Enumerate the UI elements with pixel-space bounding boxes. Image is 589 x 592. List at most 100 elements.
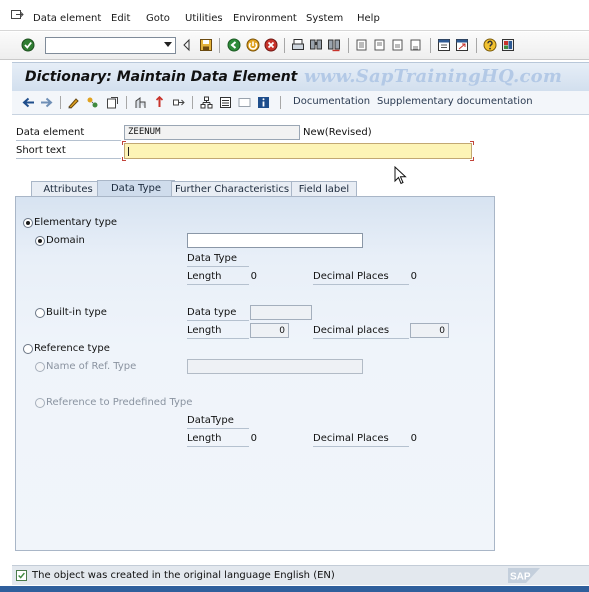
save-icon[interactable] xyxy=(199,38,213,52)
elementary-type-label: Elementary type xyxy=(34,217,118,228)
find-next-icon[interactable] xyxy=(327,38,341,52)
label-underline xyxy=(313,284,409,285)
builtin-length-value: 0 xyxy=(279,326,285,336)
menu-utilities[interactable]: Utilities xyxy=(185,13,223,24)
collapse-triangle-icon[interactable] xyxy=(180,38,194,52)
ref-length-value: 0 xyxy=(250,433,257,444)
menu-help[interactable]: Help xyxy=(357,13,380,24)
domain-data-type-label: Data Type xyxy=(187,253,238,264)
print-icon[interactable] xyxy=(291,38,305,52)
tab-attributes[interactable]: Attributes xyxy=(31,181,105,197)
where-used-icon[interactable] xyxy=(153,96,166,109)
builtin-decimal-places-label: Decimal places xyxy=(313,325,390,336)
enter-checkmark-icon[interactable] xyxy=(21,38,35,52)
required-corner-marker xyxy=(470,157,474,161)
success-check-icon xyxy=(16,570,27,581)
sap-logo-text: SAP xyxy=(510,572,531,583)
forward-arrow-icon[interactable] xyxy=(40,96,53,109)
window-menu-icon[interactable] xyxy=(11,10,24,21)
tab-further-characteristics-label: Further Characteristics xyxy=(174,184,290,195)
command-dropdown-arrow-icon[interactable] xyxy=(164,42,172,47)
data-element-value: ZEENUM xyxy=(128,127,161,137)
hierarchy-icon[interactable] xyxy=(200,96,213,109)
toolbar-separator xyxy=(430,38,431,53)
documentation-button[interactable]: Documentation xyxy=(293,96,370,107)
reference-type-label: Reference type xyxy=(34,343,110,354)
shortcut-icon[interactable] xyxy=(455,38,469,52)
label-underline xyxy=(187,320,249,321)
menu-environment[interactable]: Environment xyxy=(233,13,297,24)
tab-field-label[interactable]: Field label xyxy=(291,181,357,197)
menu-goto[interactable]: Goto xyxy=(146,13,170,24)
watermark: www.SapTrainingHQ.com xyxy=(304,66,563,87)
builtin-length-label: Length xyxy=(187,325,222,336)
label-underline xyxy=(187,284,249,285)
elementary-type-radio[interactable] xyxy=(23,218,33,228)
toolbar-separator xyxy=(348,38,349,53)
next-page-icon[interactable] xyxy=(391,38,405,52)
label-underline xyxy=(16,140,121,141)
ref-type-name-input xyxy=(187,359,363,374)
label-underline xyxy=(16,158,121,159)
last-page-icon[interactable] xyxy=(409,38,423,52)
builtin-type-radio[interactable] xyxy=(35,308,45,318)
label-underline xyxy=(313,446,409,447)
reference-type-radio[interactable] xyxy=(23,344,33,354)
domain-radio[interactable] xyxy=(35,236,45,246)
status-message[interactable]: The object was created in the original l… xyxy=(32,570,335,581)
exit-icon[interactable] xyxy=(246,38,260,52)
label-underline xyxy=(187,446,249,447)
builtin-data-type-input xyxy=(250,305,312,320)
label-underline xyxy=(313,338,409,339)
activate-icon[interactable] xyxy=(106,96,119,109)
check-icon[interactable] xyxy=(134,96,147,109)
new-session-icon[interactable] xyxy=(437,38,451,52)
toolbar-separator xyxy=(476,38,477,53)
app-toolbar-separator xyxy=(192,96,193,109)
ref-predefined-type-label: Reference to Predefined Type xyxy=(46,397,193,408)
builtin-decimal-places-input: 0 xyxy=(410,323,449,338)
ref-decimal-places-label: Decimal Places xyxy=(313,433,389,444)
ref-type-name-radio xyxy=(35,362,45,372)
display-object-list-icon[interactable] xyxy=(219,96,232,109)
help-icon[interactable] xyxy=(483,38,497,52)
other-object-icon[interactable] xyxy=(86,96,99,109)
menu-bar-divider xyxy=(0,30,589,31)
domain-input[interactable] xyxy=(187,233,363,248)
short-text-input[interactable] xyxy=(124,143,472,159)
standard-toolbar xyxy=(0,32,589,60)
app-toolbar-separator xyxy=(60,96,61,109)
information-icon[interactable] xyxy=(257,96,270,109)
cancel-icon[interactable] xyxy=(264,38,278,52)
tab-further-characteristics[interactable]: Further Characteristics xyxy=(171,181,293,197)
layout-settings-icon[interactable] xyxy=(501,38,515,52)
fullscreen-icon[interactable] xyxy=(238,96,251,109)
previous-page-icon[interactable] xyxy=(373,38,387,52)
back-arrow-icon[interactable] xyxy=(22,96,35,109)
menu-data-element[interactable]: Data element xyxy=(33,13,101,24)
ref-length-label: Length xyxy=(187,433,222,444)
text-cursor xyxy=(128,147,129,156)
required-corner-marker xyxy=(470,141,474,145)
supplementary-documentation-button[interactable]: Supplementary documentation xyxy=(377,96,533,107)
menu-system[interactable]: System xyxy=(306,13,343,24)
menu-bar: Data element Edit Goto Utilities Environ… xyxy=(0,0,589,32)
first-page-icon[interactable] xyxy=(355,38,369,52)
domain-length-value: 0 xyxy=(250,271,257,282)
tab-data-type[interactable]: Data Type xyxy=(97,180,175,197)
command-field[interactable] xyxy=(45,37,176,54)
label-underline xyxy=(187,428,249,429)
toolbar-separator xyxy=(284,38,285,53)
short-text-label: Short text xyxy=(16,145,66,156)
tab-field-label-label: Field label xyxy=(298,184,350,195)
domain-decimal-places-label: Decimal Places xyxy=(313,271,389,282)
builtin-length-input: 0 xyxy=(250,323,289,338)
app-toolbar-separator xyxy=(126,96,127,109)
find-icon[interactable] xyxy=(309,38,323,52)
display-change-icon[interactable] xyxy=(67,96,80,109)
ref-predefined-type-radio xyxy=(35,398,45,408)
back-icon[interactable] xyxy=(227,38,241,52)
navigation-icon[interactable] xyxy=(172,96,185,109)
menu-edit[interactable]: Edit xyxy=(111,13,130,24)
builtin-decimal-places-value: 0 xyxy=(439,326,445,336)
